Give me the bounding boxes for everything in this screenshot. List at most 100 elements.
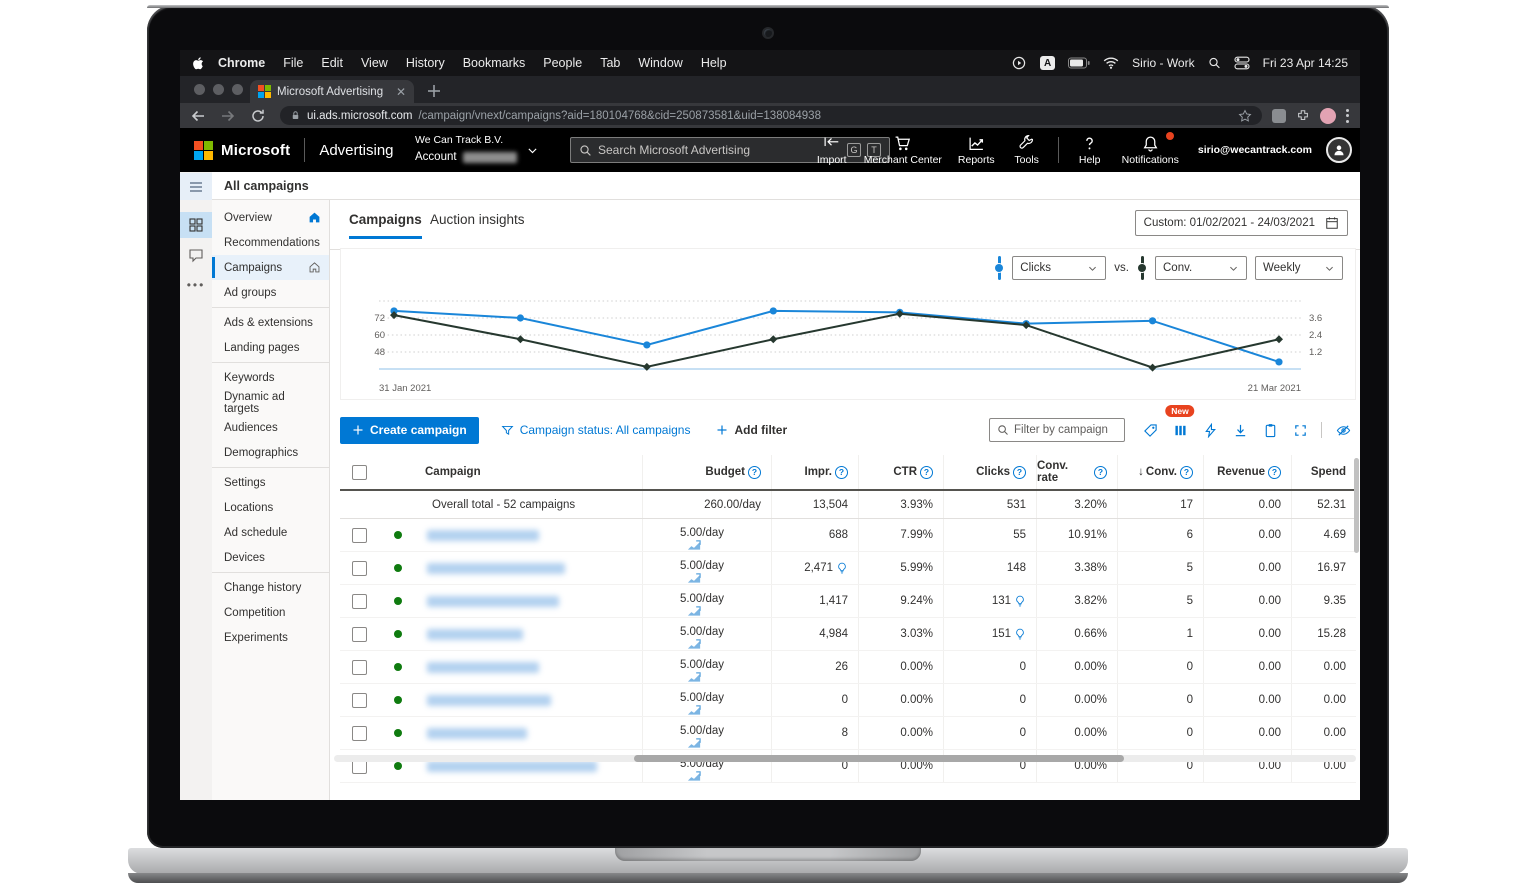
menubar-item-history[interactable]: History bbox=[397, 56, 454, 70]
menubar-item-edit[interactable]: Edit bbox=[312, 56, 352, 70]
control-center-icon[interactable] bbox=[1234, 56, 1250, 70]
help-icon[interactable] bbox=[1268, 465, 1281, 479]
sidebar-item-landing-pages[interactable]: Landing pages bbox=[212, 335, 329, 360]
help-icon[interactable] bbox=[920, 465, 933, 479]
battery-icon[interactable] bbox=[1068, 56, 1090, 70]
header-budget[interactable]: Budget bbox=[642, 455, 771, 489]
sidebar-item-settings[interactable]: Settings bbox=[212, 470, 329, 495]
browser-menu-icon[interactable] bbox=[1346, 108, 1350, 123]
sidebar-item-keywords[interactable]: Keywords bbox=[212, 365, 329, 390]
tags-icon-button[interactable] bbox=[1137, 418, 1163, 442]
menubar-item-window[interactable]: Window bbox=[629, 56, 691, 70]
create-campaign-button[interactable]: Create campaign bbox=[340, 416, 479, 444]
idea-bulb-icon[interactable] bbox=[1014, 628, 1026, 640]
vertical-scrollbar[interactable] bbox=[1354, 458, 1359, 553]
metric1-select[interactable]: Clicks bbox=[1012, 256, 1107, 280]
sidebar-item-change-history[interactable]: Change history bbox=[212, 575, 329, 600]
header-ctr[interactable]: CTR bbox=[858, 455, 943, 489]
header-impr[interactable]: Impr. bbox=[771, 455, 858, 489]
help-icon[interactable] bbox=[1013, 465, 1026, 479]
menubar-item-file[interactable]: File bbox=[274, 56, 312, 70]
header-nav-tools[interactable]: Tools bbox=[1006, 128, 1048, 172]
reload-icon[interactable] bbox=[250, 108, 266, 124]
trend-up-icon[interactable] bbox=[687, 672, 701, 683]
help-icon[interactable] bbox=[835, 465, 848, 479]
sidebar-item-competition[interactable]: Competition bbox=[212, 600, 329, 625]
row-checkbox[interactable] bbox=[352, 659, 367, 675]
global-search-input[interactable] bbox=[598, 143, 841, 157]
campaign-name-redacted[interactable] bbox=[427, 760, 597, 772]
header-nav-help[interactable]: Help bbox=[1069, 128, 1111, 172]
header-conv-rate[interactable]: Conv. rate bbox=[1036, 455, 1117, 489]
campaign-name-redacted[interactable] bbox=[427, 628, 523, 640]
hide-preview-icon-button[interactable] bbox=[1330, 418, 1356, 442]
header-spend[interactable]: Spend bbox=[1291, 455, 1356, 489]
clipboard-icon-button[interactable] bbox=[1257, 418, 1283, 442]
expand-icon-button[interactable] bbox=[1287, 418, 1313, 442]
window-zoom-button[interactable] bbox=[232, 84, 243, 95]
user-avatar[interactable] bbox=[1326, 137, 1352, 163]
menubar-item-people[interactable]: People bbox=[534, 56, 591, 70]
campaign-name-redacted[interactable] bbox=[427, 661, 539, 673]
menubar-item-tab[interactable]: Tab bbox=[591, 56, 629, 70]
row-checkbox[interactable] bbox=[352, 593, 367, 609]
campaign-name-redacted[interactable] bbox=[427, 562, 565, 574]
apple-icon[interactable] bbox=[192, 56, 205, 71]
browser-tab[interactable]: Microsoft Advertising ✕ bbox=[250, 80, 414, 103]
sidebar-item-locations[interactable]: Locations bbox=[212, 495, 329, 520]
scrollbar-thumb[interactable] bbox=[634, 755, 1124, 762]
horizontal-scrollbar[interactable] bbox=[334, 755, 1356, 762]
new-tab-icon[interactable] bbox=[426, 83, 442, 99]
help-icon[interactable] bbox=[748, 465, 761, 479]
tab-close-icon[interactable]: ✕ bbox=[396, 86, 406, 98]
window-minimize-button[interactable] bbox=[213, 84, 224, 95]
sidebar-item-ad-groups[interactable]: Ad groups bbox=[212, 280, 329, 305]
sidebar-item-experiments[interactable]: Experiments bbox=[212, 625, 329, 650]
sidebar-item-devices[interactable]: Devices bbox=[212, 545, 329, 570]
campaign-name-redacted[interactable] bbox=[427, 727, 527, 739]
menubar-app-name[interactable]: Chrome bbox=[209, 56, 274, 70]
rail-more-icon[interactable]: ••• bbox=[180, 272, 212, 298]
trend-up-icon[interactable] bbox=[687, 705, 701, 716]
sidebar-item-demographics[interactable]: Demographics bbox=[212, 440, 329, 465]
header-nav-notifications[interactable]: Notifications bbox=[1117, 128, 1184, 172]
puzzle-icon[interactable] bbox=[1296, 109, 1310, 123]
campaign-name-redacted[interactable] bbox=[427, 694, 551, 706]
trend-up-icon[interactable] bbox=[687, 540, 701, 551]
chevron-down-icon[interactable] bbox=[526, 144, 539, 157]
rail-feedback-icon[interactable] bbox=[180, 242, 212, 268]
menubar-item-help[interactable]: Help bbox=[692, 56, 736, 70]
download-icon-button[interactable] bbox=[1227, 418, 1253, 442]
browser-profile-avatar[interactable] bbox=[1320, 107, 1336, 124]
input-source-icon[interactable]: A bbox=[1040, 56, 1056, 70]
extension-icon[interactable] bbox=[1272, 108, 1286, 123]
header-nav-reports[interactable]: Reports bbox=[953, 128, 1000, 172]
columns-icon-button[interactable]: New bbox=[1165, 405, 1195, 442]
sidebar-item-dynamic-ad-targets[interactable]: Dynamic ad targets bbox=[212, 390, 329, 415]
spotlight-icon[interactable] bbox=[1208, 56, 1221, 70]
trend-up-icon[interactable] bbox=[687, 639, 701, 650]
filter-by-campaign[interactable] bbox=[989, 418, 1125, 442]
menubar-item-view[interactable]: View bbox=[352, 56, 397, 70]
row-checkbox[interactable] bbox=[352, 560, 367, 576]
tab-auction-insights[interactable]: Auction insights bbox=[430, 212, 525, 236]
date-range-picker[interactable]: Custom: 01/02/2021 - 24/03/2021 bbox=[1134, 210, 1348, 236]
header-conv[interactable]: Conv. bbox=[1117, 455, 1203, 489]
window-close-button[interactable] bbox=[194, 84, 205, 95]
header-clicks[interactable]: Clicks bbox=[943, 455, 1036, 489]
automation-icon-button[interactable] bbox=[1197, 418, 1223, 442]
header-nav-import[interactable]: Import bbox=[811, 128, 853, 172]
header-nav-merchant-center[interactable]: Merchant Center bbox=[859, 128, 947, 172]
add-filter-button[interactable]: Add filter bbox=[716, 423, 787, 437]
hamburger-icon[interactable] bbox=[180, 173, 212, 200]
row-checkbox[interactable] bbox=[352, 725, 367, 741]
header-revenue[interactable]: Revenue bbox=[1203, 455, 1291, 489]
screen-record-icon[interactable] bbox=[1011, 56, 1027, 70]
trend-up-icon[interactable] bbox=[687, 771, 701, 782]
menubar-clock[interactable]: Fri 23 Apr 14:25 bbox=[1263, 56, 1348, 70]
trend-up-icon[interactable] bbox=[687, 606, 701, 617]
sidebar-item-overview[interactable]: Overview bbox=[212, 205, 329, 230]
campaign-status-filter[interactable]: Campaign status: All campaigns bbox=[501, 423, 690, 437]
account-picker[interactable]: We Can Track B.V. Account bbox=[415, 133, 517, 166]
sidebar-item-recommendations[interactable]: Recommendations bbox=[212, 230, 329, 255]
